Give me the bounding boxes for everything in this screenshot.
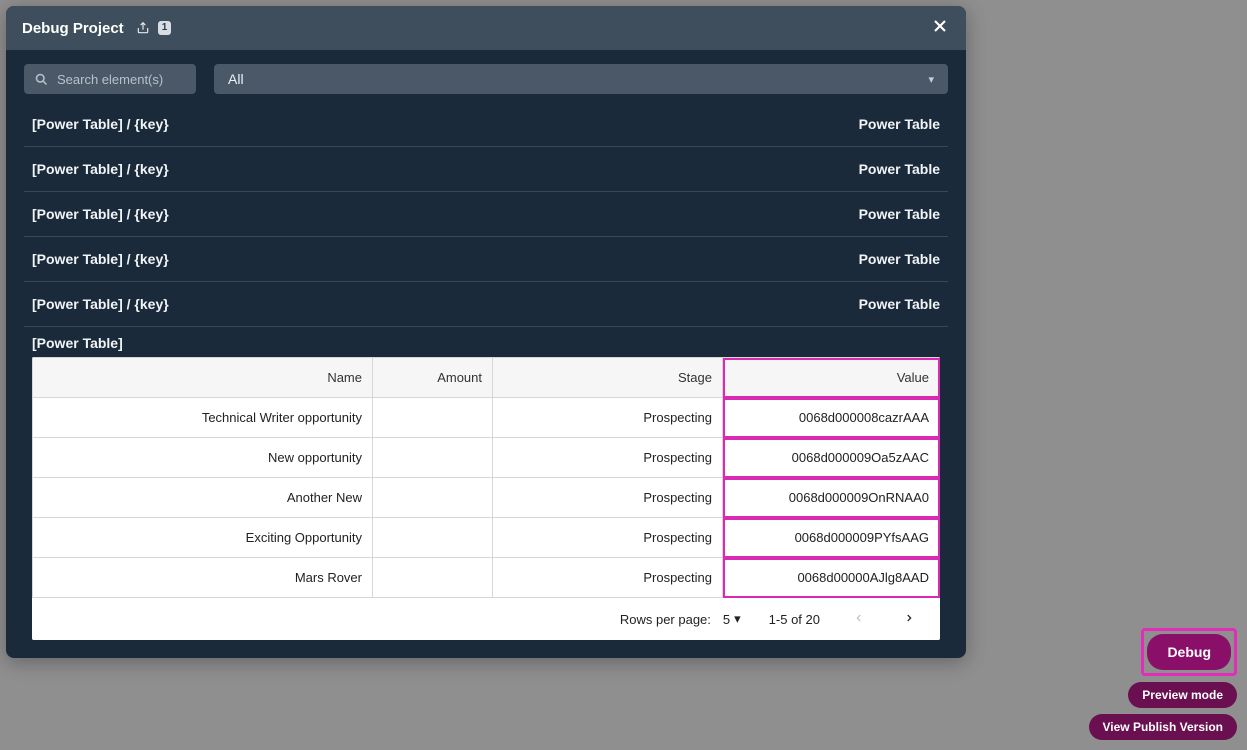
list-item-type: Power Table [859, 296, 940, 312]
cell-stage: Prospecting [493, 518, 723, 558]
col-stage[interactable]: Stage [493, 358, 723, 398]
preview-mode-button[interactable]: Preview mode [1128, 682, 1237, 708]
cell-name: New opportunity [33, 438, 373, 478]
table-section: [Power Table] Name Amount Stage Value Te… [24, 327, 948, 640]
modal-title: Debug Project [22, 20, 124, 37]
cell-stage: Prospecting [493, 438, 723, 478]
cell-name: Mars Rover [33, 558, 373, 598]
caret-down-icon: ▾ [734, 611, 741, 627]
cell-value: 0068d00000AJlg8AAD [723, 558, 940, 598]
list-item[interactable]: [Power Table] / {key} Power Table [24, 102, 948, 147]
filter-select[interactable]: All ▾ [214, 64, 948, 94]
data-table: Name Amount Stage Value Technical Writer… [32, 357, 940, 640]
modal-toolbar: All ▾ [6, 50, 966, 102]
debug-modal: Debug Project 1 All ▾ [Power [6, 6, 966, 658]
list-item-type: Power Table [859, 161, 940, 177]
list-item-label: [Power Table] / {key} [32, 116, 169, 132]
next-page-button[interactable] [898, 610, 920, 628]
modal-header: Debug Project 1 [6, 6, 966, 50]
cell-amount [373, 478, 493, 518]
table-row[interactable]: Mars Rover Prospecting 0068d00000AJlg8AA… [33, 558, 940, 598]
element-list: [Power Table] / {key} Power Table [Power… [6, 102, 966, 658]
view-publish-button[interactable]: View Publish Version [1089, 714, 1238, 740]
list-item[interactable]: [Power Table] / {key} Power Table [24, 237, 948, 282]
cell-stage: Prospecting [493, 558, 723, 598]
list-item-type: Power Table [859, 206, 940, 222]
share-icon[interactable] [136, 21, 150, 35]
chevron-down-icon: ▾ [928, 73, 934, 86]
col-value[interactable]: Value [723, 358, 940, 398]
list-item-label: [Power Table] / {key} [32, 296, 169, 312]
table-title: [Power Table] [32, 335, 940, 357]
rows-per-page-label: Rows per page: [620, 612, 711, 627]
cell-amount [373, 558, 493, 598]
cell-name: Exciting Opportunity [33, 518, 373, 558]
col-amount[interactable]: Amount [373, 358, 493, 398]
list-item-label: [Power Table] / {key} [32, 206, 169, 222]
table-row[interactable]: Exciting Opportunity Prospecting 0068d00… [33, 518, 940, 558]
cell-name: Another New [33, 478, 373, 518]
cell-stage: Prospecting [493, 478, 723, 518]
prev-page-button[interactable] [848, 610, 870, 628]
share-count-badge: 1 [158, 21, 172, 35]
list-item[interactable]: [Power Table] / {key} Power Table [24, 282, 948, 327]
list-item-label: [Power Table] / {key} [32, 161, 169, 177]
rows-per-page-value: 5 [723, 612, 730, 627]
table-row[interactable]: New opportunity Prospecting 0068d000009O… [33, 438, 940, 478]
search-icon [34, 72, 49, 87]
table-footer: Rows per page: 5 ▾ 1-5 of 20 [32, 598, 940, 640]
debug-button-highlight: Debug [1141, 628, 1237, 676]
floating-actions: Debug Preview mode View Publish Version [1089, 628, 1238, 740]
cell-value: 0068d000008cazrAAA [723, 398, 940, 438]
rows-per-page-select[interactable]: 5 ▾ [723, 611, 741, 627]
cell-amount [373, 398, 493, 438]
col-name[interactable]: Name [33, 358, 373, 398]
search-input[interactable] [57, 72, 186, 87]
close-icon[interactable] [930, 16, 950, 40]
cell-value: 0068d000009OnRNAA0 [723, 478, 940, 518]
list-item-type: Power Table [859, 251, 940, 267]
table-row[interactable]: Another New Prospecting 0068d000009OnRNA… [33, 478, 940, 518]
table-header-row: Name Amount Stage Value [33, 358, 940, 398]
table-row[interactable]: Technical Writer opportunity Prospecting… [33, 398, 940, 438]
debug-button[interactable]: Debug [1147, 634, 1231, 670]
list-item[interactable]: [Power Table] / {key} Power Table [24, 147, 948, 192]
cell-amount [373, 438, 493, 478]
cell-stage: Prospecting [493, 398, 723, 438]
cell-amount [373, 518, 493, 558]
page-range: 1-5 of 20 [769, 612, 820, 627]
cell-value: 0068d000009PYfsAAG [723, 518, 940, 558]
list-item-label: [Power Table] / {key} [32, 251, 169, 267]
list-item[interactable]: [Power Table] / {key} Power Table [24, 192, 948, 237]
cell-value: 0068d000009Oa5zAAC [723, 438, 940, 478]
search-box[interactable] [24, 64, 196, 94]
filter-value: All [228, 71, 244, 87]
cell-name: Technical Writer opportunity [33, 398, 373, 438]
list-item-type: Power Table [859, 116, 940, 132]
